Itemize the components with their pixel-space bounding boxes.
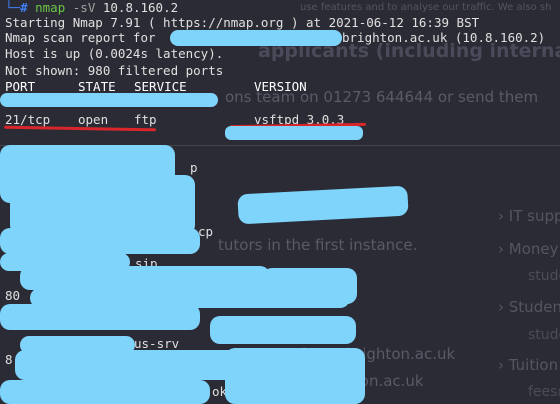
header-service: SERVICE (134, 79, 187, 94)
partial-row: 80 (5, 288, 21, 303)
host-up-line: Host is up (0.0024s latency). (5, 46, 224, 61)
header-port: PORT (5, 79, 36, 94)
ftp-port: 21/tcp (5, 112, 51, 127)
scan-report-suffix: brighton.ac.uk (10.8.160.2) (342, 30, 546, 45)
partial-row: p (190, 160, 198, 175)
header-state: STATE (78, 79, 116, 94)
partial-row: us-srv (134, 336, 180, 351)
scan-report-prefix: Nmap scan report for (5, 30, 156, 45)
command-name: nmap (35, 0, 66, 15)
command-flag: -sV (72, 0, 96, 15)
ftp-service: ftp (134, 112, 157, 127)
partial-row: cp (198, 224, 214, 239)
header-version: VERSION (254, 79, 307, 94)
ftp-state: open (78, 112, 109, 127)
not-shown-line: Not shown: 980 filtered ports (5, 63, 224, 78)
starting-line: Starting Nmap 7.91 ( https://nmap.org ) … (5, 15, 480, 30)
command-target: 10.8.160.2 (102, 0, 179, 15)
prompt-hash: # (20, 0, 28, 15)
command-line: └─# nmap -sV 10.8.160.2 (5, 0, 178, 15)
partial-row: 8 (5, 352, 13, 367)
prompt-corner-icon: └─ (5, 0, 21, 15)
